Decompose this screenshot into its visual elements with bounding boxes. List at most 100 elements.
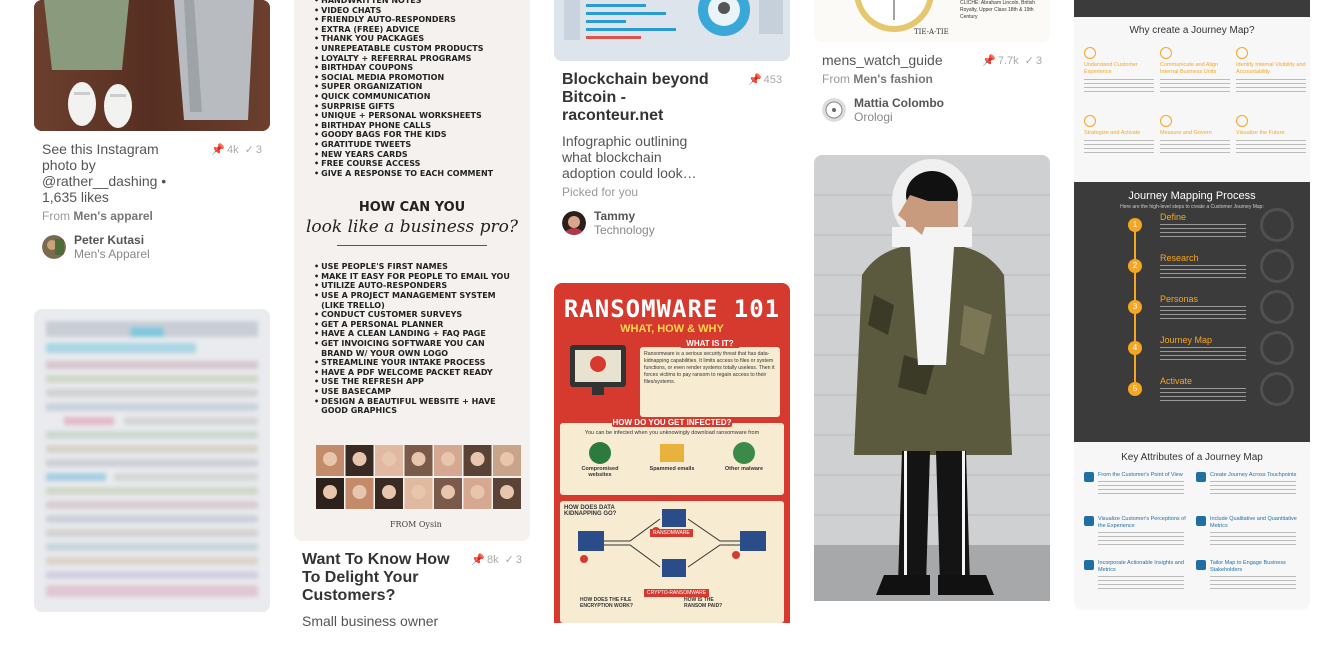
poster-list-text: NEW YEARS CARDS [321, 149, 408, 159]
infection-sources: Compromised websites Spammed emails Othe… [564, 442, 780, 478]
from-board-link[interactable]: Men's fashion [853, 72, 933, 86]
pin-blockchain[interactable]: Blockchain beyond Bitcoin - raconteur.ne… [554, 0, 790, 237]
attribute-icon [1196, 472, 1206, 482]
user-board[interactable]: Orologi [854, 110, 944, 124]
pin-user[interactable]: Peter Kutasi Men's Apparel [42, 233, 262, 261]
bullet: • [314, 291, 320, 301]
benefit-text-lines [1084, 79, 1154, 95]
saves-count: 4k [227, 143, 239, 156]
pin-journey-map[interactable]: Why create a Journey Map? Understand Cus… [1074, 0, 1310, 610]
poster-list-item: • HAVE A PDF WELCOME PACKET READY [314, 368, 510, 378]
bullet: • [314, 53, 320, 63]
poster-heading-1: HOW CAN YOU [358, 200, 466, 216]
outfit-photo [34, 0, 270, 131]
pin-image-ransomware[interactable]: RANSOMWARE 101 WHAT, HOW & WHY WHAT IS I… [554, 283, 790, 623]
pin-title[interactable]: mens_watch_guide [822, 52, 972, 68]
pin-user[interactable]: Mattia Colombo Orologi [822, 96, 1042, 124]
pin-ransomware[interactable]: RANSOMWARE 101 WHAT, HOW & WHY WHAT IS I… [554, 283, 790, 623]
poster-list-item: • GOODY BAGS FOR THE KIDS [314, 130, 510, 140]
pin-title[interactable]: See this Instagram photo by @rather__das… [42, 141, 192, 205]
pin-image-watch[interactable]: CLICHE: Abraham Lincoln, British Royalty… [814, 0, 1050, 42]
infected-text: You can be infected when you unknowingly… [584, 430, 760, 436]
pin-user[interactable]: Tammy Technology [562, 209, 782, 237]
bullet: • [314, 101, 320, 111]
poster-list-text: USE BASECAMP [321, 387, 392, 396]
journey-benefit: Communicate and Align Internal Business … [1160, 47, 1230, 95]
pin-title[interactable]: Blockchain beyond Bitcoin - raconteur.ne… [562, 71, 712, 125]
kidnapping-box: HOW DOES DATA KIDNAPPING GO? RANSOMWARE … [560, 501, 784, 623]
what-is-it-box: WHAT IS IT? Ransomware is a serious secu… [640, 339, 780, 417]
pin-description: Small business owner [302, 613, 439, 629]
from-board-link[interactable]: Men's apparel [73, 209, 153, 223]
benefit-label: Communicate and Align Internal Business … [1160, 62, 1219, 75]
encryption-question: HOW DOES THE FILE ENCRYPTION WORK? [580, 597, 633, 609]
journey-process-title: Journey Mapping Process [1128, 190, 1256, 202]
user-board[interactable]: Technology [594, 223, 655, 237]
pin-image-streetwear[interactable] [814, 155, 1050, 601]
bullet: • [314, 396, 320, 406]
check-icon: ✓ [504, 554, 514, 566]
poster-list-text: BIRTHDAY COUPONS [321, 63, 414, 73]
pin-instagram-outfit[interactable]: See this Instagram photo by @rather__das… [34, 0, 270, 261]
poster-list-text: FREE COURSE ACCESS [321, 159, 421, 169]
pin-save-icon: 📌 [982, 55, 996, 67]
avatar[interactable] [822, 98, 846, 122]
pin-watch-guide[interactable]: CLICHE: Abraham Lincoln, British Royalty… [814, 0, 1050, 124]
poster-list-text: STREAMLINE YOUR INTAKE PROCESS [321, 358, 486, 368]
pin-image-poster[interactable]: • HANDWRITTEN NOTES • VIDEO CHATS • FRIEND… [294, 0, 530, 541]
benefit-label: Measure and Govern [1160, 130, 1212, 136]
poster-list-item: • GET INVOICING SOFTWARE YOU CAN BRAND W… [314, 339, 510, 358]
poster-heading-2: look like a business pro? [305, 217, 518, 238]
bullet: • [314, 5, 320, 15]
poster-list-text: DESIGN A BEAUTIFUL WEBSITE + HAVE GOOD G… [321, 396, 496, 416]
blockchain-infographic [554, 0, 790, 61]
source-malware: Other malware [714, 442, 774, 478]
avatar[interactable] [42, 235, 66, 259]
pin-save-icon: 📌 [747, 74, 762, 86]
source-label: Other malware [724, 466, 764, 472]
blurred-preview [34, 309, 270, 612]
journey-attribute: Visualize Customer's Perceptions of the … [1084, 516, 1188, 546]
pin-image-blockchain[interactable] [554, 0, 790, 61]
bullet: • [314, 24, 320, 34]
user-board[interactable]: Men's Apparel [74, 247, 150, 261]
bullet: • [314, 82, 320, 92]
poster-list-item: • MAKE IT EASY FOR PEOPLE TO EMAIL YOU [314, 272, 510, 282]
journey-step-watermark-icon [1260, 249, 1294, 283]
column-1: See this Instagram photo by @rather__das… [34, 0, 270, 630]
poster-list-item: • CONDUCT CUSTOMER SURVEYS [314, 310, 510, 320]
benefit-label: Understand Customer Experience [1084, 62, 1138, 75]
pin-image-outfit[interactable] [34, 0, 270, 131]
poster-list-text: GRATITUDE TWEETS [321, 139, 412, 149]
pin-image-blurred[interactable] [34, 309, 270, 612]
pin-stats: 📌 4k ✓ 3 [211, 141, 262, 157]
pin-delight-customers[interactable]: • HANDWRITTEN NOTES • VIDEO CHATS • FRIEND… [294, 0, 530, 629]
pin-title[interactable]: Want To Know How To Delight Your Custome… [302, 551, 452, 605]
journey-why-section: Why create a Journey Map? Understand Cus… [1074, 17, 1310, 182]
attribute-text-lines [1210, 532, 1296, 546]
pin-image-journey-map[interactable]: Why create a Journey Map? Understand Cus… [1074, 0, 1310, 610]
pin-streetwear-photo[interactable] [814, 155, 1050, 601]
poster-list-text: GET A PERSONAL PLANNER [321, 319, 444, 329]
journey-attribute: From the Customer's Point of View [1084, 472, 1188, 495]
journey-why-title: Why create a Journey Map? [1129, 25, 1255, 36]
poster-list-2: • USE PEOPLE'S FIRST NAMES • MAKE IT EASY… [294, 262, 530, 416]
tries-count: 3 [255, 143, 262, 156]
column-3: Blockchain beyond Bitcoin - raconteur.ne… [554, 0, 790, 641]
user-name[interactable]: Peter Kutasi [74, 233, 150, 247]
avatar[interactable] [562, 211, 586, 235]
user-name[interactable]: Tammy [594, 209, 655, 223]
poster-list-text: CONDUCT CUSTOMER SURVEYS [321, 310, 463, 320]
bullet: • [314, 120, 320, 130]
journey-step-text-lines [1160, 347, 1246, 363]
customer-photos [316, 445, 522, 511]
check-icon: ✓ [1024, 55, 1034, 67]
journey-step-number: 4 [1128, 341, 1142, 355]
pin-stats: 📌 8k ✓ 3 [471, 551, 522, 567]
ransom-paid-question: HOW IS THE RANSOM PAID? [684, 597, 723, 609]
source-label: Compromised websites [581, 466, 619, 478]
poster-list-text: LOYALTY + REFERRAL PROGRAMS [321, 53, 472, 63]
poster-list-text: SURPRISE GIFTS [321, 101, 395, 111]
pin-blurred[interactable] [34, 309, 270, 612]
user-name[interactable]: Mattia Colombo [854, 96, 944, 110]
